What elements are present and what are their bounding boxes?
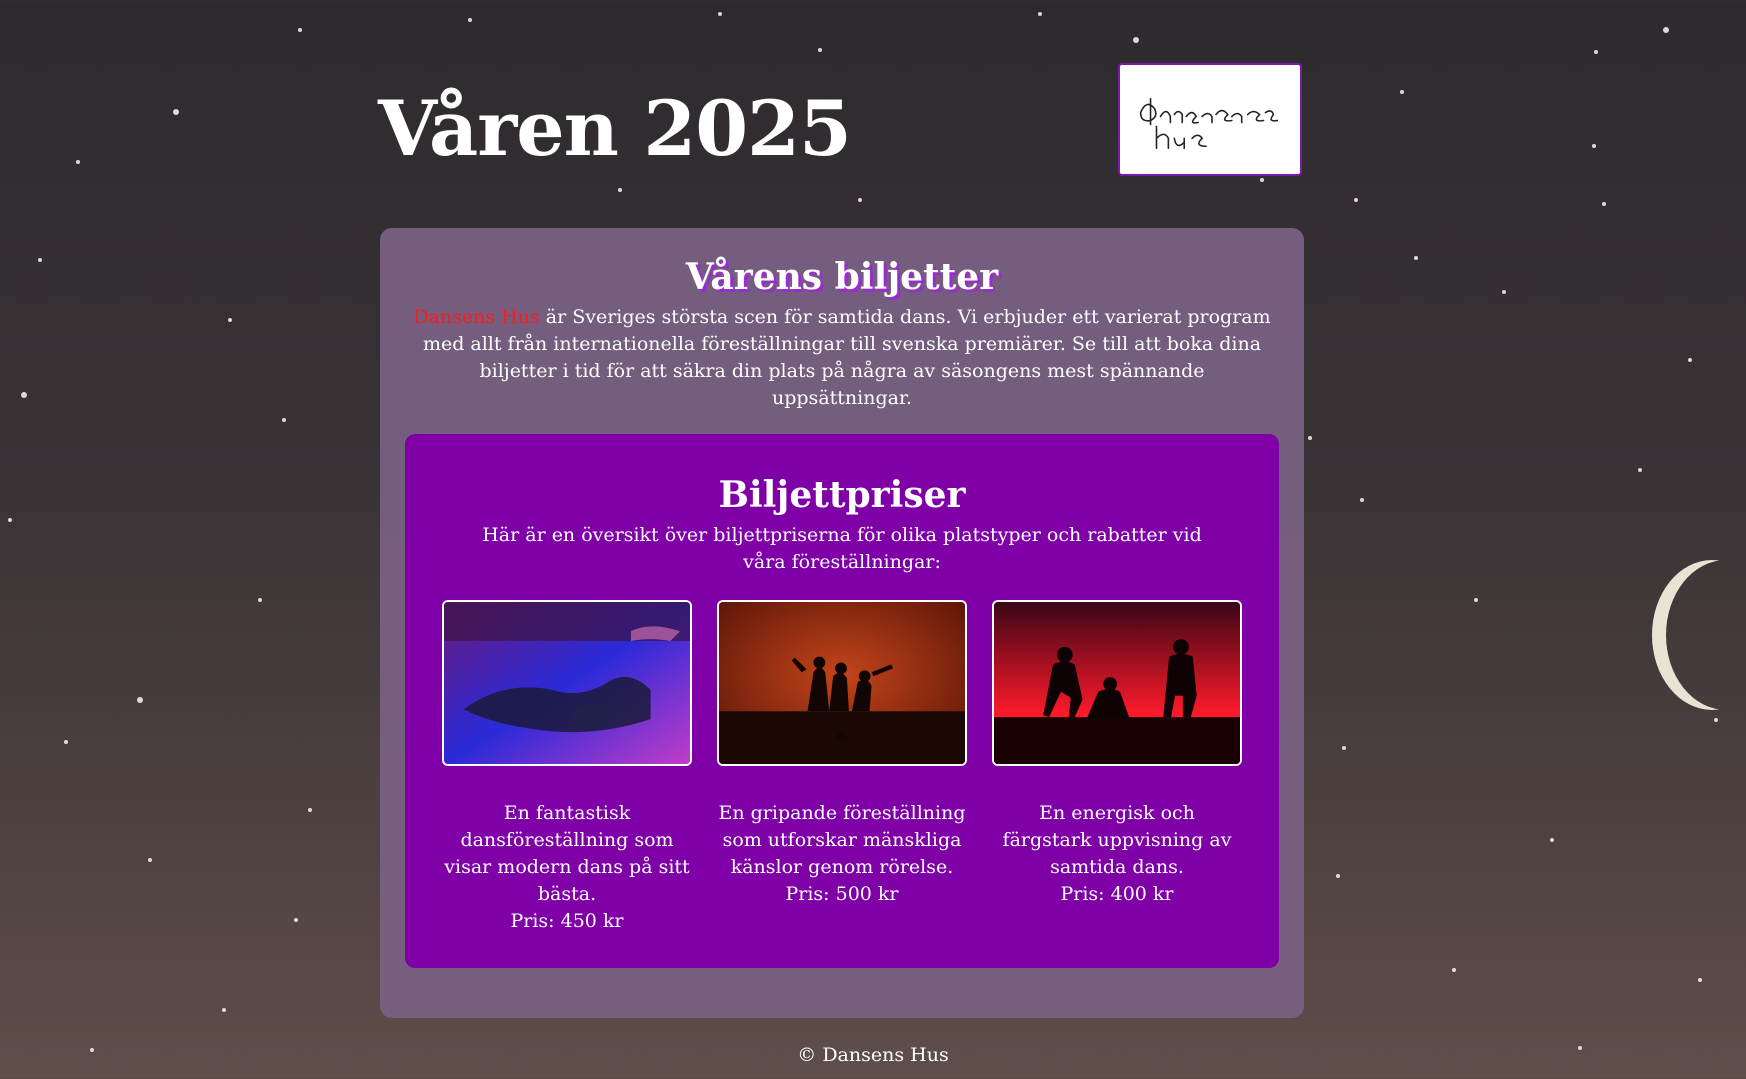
dancers-floor-photo-icon (444, 602, 690, 764)
show-description: En energisk och färgstark uppvisning av … (1002, 802, 1232, 878)
prices-title: Biljettpriser (718, 474, 966, 516)
dancers-red-lights-photo-icon (994, 602, 1240, 764)
footer: © Dansens Hus (797, 1044, 949, 1066)
crescent-moon (1666, 560, 1746, 710)
tickets-section: Vårens biljetter Dansens Hus är Sveriges… (380, 228, 1304, 1018)
prices-section: Biljettpriser Här är en översikt över bi… (405, 434, 1279, 968)
tickets-title: Vårens biljetter (685, 256, 999, 298)
prices-intro: Här är en översikt över biljettpriserna … (482, 524, 1202, 573)
show-image[interactable] (992, 600, 1242, 766)
show-image[interactable] (442, 600, 692, 766)
dancers-silhouette-stage-photo-icon (719, 602, 965, 764)
show-price: Pris: 450 kr (510, 910, 624, 932)
page-title: Våren 2025 (378, 84, 852, 173)
show-card: En energisk och färgstark uppvisning av … (992, 600, 1242, 908)
show-price: Pris: 500 kr (785, 883, 899, 905)
show-card: En gripande föreställning som utforskar … (717, 600, 967, 908)
show-price: Pris: 400 kr (1060, 883, 1174, 905)
logo-handwriting-icon (1139, 97, 1279, 150)
show-image[interactable] (717, 600, 967, 766)
brand-name: Dansens Hus (413, 306, 540, 328)
tickets-intro: Dansens Hus är Sveriges största scen för… (408, 304, 1276, 412)
show-card: En fantastisk dansföreställning som visa… (442, 600, 692, 935)
tickets-intro-text: är Sveriges största scen för samtida dan… (422, 306, 1271, 409)
show-description: En fantastisk dansföreställning som visa… (444, 802, 690, 905)
show-description: En gripande föreställning som utforskar … (718, 802, 966, 878)
dansens-hus-logo[interactable] (1118, 63, 1302, 176)
